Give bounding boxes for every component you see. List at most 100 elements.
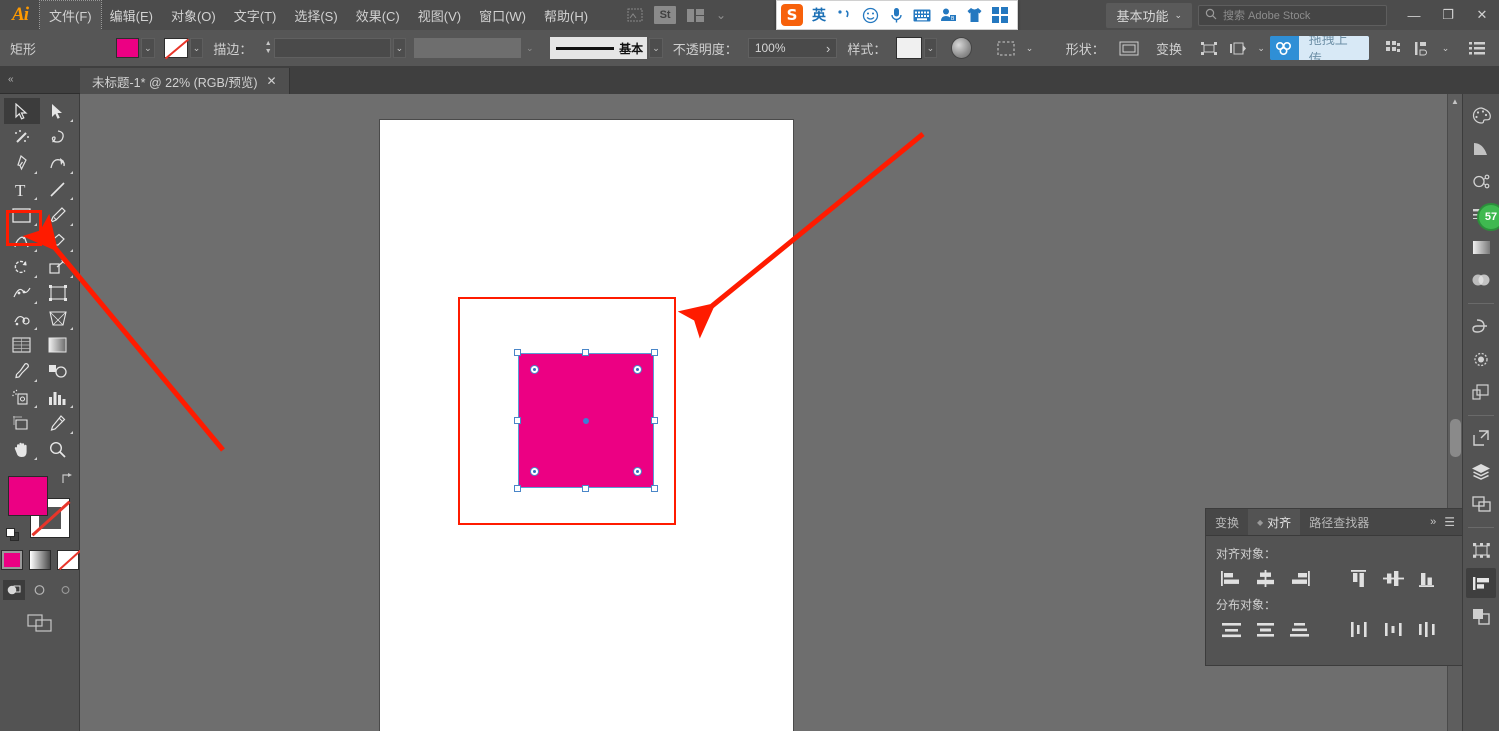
change-screen-mode-button[interactable] [26, 614, 53, 635]
panel-collapse-icon[interactable]: » [1425, 509, 1441, 535]
artboards-panel-icon[interactable] [1466, 489, 1496, 519]
scrollbar-thumb[interactable] [1450, 419, 1461, 457]
handle-bottom-left[interactable] [514, 485, 521, 492]
asset-export-panel-icon[interactable] [1466, 423, 1496, 453]
draw-normal-mode-button[interactable] [2, 580, 25, 600]
menu-help[interactable]: 帮助(H) [535, 1, 597, 30]
line-segment-tool[interactable] [40, 176, 76, 202]
document-tab[interactable]: 未标题-1* @ 22% (RGB/预览) ✕ [80, 68, 290, 94]
draw-inside-mode-button[interactable] [55, 580, 77, 600]
arrange-chevron-icon[interactable]: ⌄ [714, 4, 728, 26]
align-vertical-center-icon[interactable] [1378, 566, 1408, 590]
column-graph-tool[interactable] [40, 384, 76, 410]
distribute-icon[interactable] [1410, 36, 1435, 60]
selection-tool[interactable] [3, 98, 40, 124]
handle-top-right[interactable] [651, 349, 658, 356]
align-left-icon[interactable] [1216, 566, 1246, 590]
transparency-panel-icon[interactable] [1466, 265, 1496, 295]
handle-middle-right[interactable] [651, 416, 658, 424]
stroke-caret-icon[interactable]: ⌄ [189, 38, 204, 58]
draw-behind-mode-button[interactable] [29, 580, 51, 600]
stroke-profile-caret-icon[interactable]: ⌄ [523, 38, 537, 58]
distribute-right-icon[interactable] [1412, 617, 1442, 641]
stock-search-field[interactable]: 搜索 Adobe Stock [1198, 4, 1387, 26]
sogou-logo-icon[interactable]: S [781, 4, 803, 26]
workspace-switcher[interactable]: 基本功能 ⌄ [1106, 2, 1192, 28]
stroke-panel-icon[interactable]: 57 [1466, 199, 1499, 231]
panel-menu-icon[interactable] [1464, 36, 1489, 60]
distribute-vertical-center-icon[interactable] [1250, 617, 1280, 641]
close-button[interactable]: ✕ [1465, 0, 1499, 30]
toolbox-icon[interactable] [989, 4, 1011, 26]
rectangle-tool[interactable] [4, 202, 40, 228]
none-mode-button[interactable] [56, 549, 81, 571]
width-tool[interactable] [4, 280, 40, 306]
align-right-icon[interactable] [1284, 566, 1314, 590]
menu-edit[interactable]: 编辑(E) [101, 1, 162, 30]
style-caret-icon[interactable]: ⌄ [923, 38, 938, 58]
corner-widget-top-left[interactable] [530, 365, 539, 374]
layers-panel-icon[interactable] [1466, 456, 1496, 486]
corner-widget-bottom-right[interactable] [633, 467, 642, 476]
hand-tool[interactable] [4, 436, 40, 462]
bridge-icon[interactable] [622, 4, 648, 26]
restore-button[interactable]: ❐ [1431, 0, 1465, 30]
shape-builder-tool[interactable] [4, 306, 40, 332]
fill-color-swatch[interactable] [7, 476, 48, 516]
align-panel-icon[interactable] [1466, 568, 1496, 598]
menu-object[interactable]: 对象(O) [162, 1, 225, 30]
distribute-left-icon[interactable] [1344, 617, 1374, 641]
pen-tool[interactable] [4, 150, 40, 176]
distribute-bottom-icon[interactable] [1284, 617, 1314, 641]
stroke-weight-field[interactable] [273, 38, 391, 58]
stock-icon[interactable]: St [654, 6, 677, 24]
grid-icon[interactable] [1380, 36, 1405, 60]
color-mode-button[interactable] [0, 550, 23, 570]
default-fill-stroke-icon[interactable] [5, 528, 20, 542]
tab-pathfinder[interactable]: 路径查找器 [1300, 509, 1378, 535]
menu-view[interactable]: 视图(V) [409, 1, 470, 30]
corner-widget-top-right[interactable] [633, 365, 642, 374]
transform-button[interactable]: 变换 [1156, 39, 1182, 58]
brushes-panel-icon[interactable] [1466, 344, 1496, 374]
menu-select[interactable]: 选择(S) [285, 1, 346, 30]
arrange-documents-icon[interactable] [682, 4, 708, 26]
select-similar-caret-icon[interactable]: ⌄ [1023, 36, 1037, 60]
stroke-weight-stepper[interactable]: ▲ ▼ [262, 37, 274, 59]
punctuation-icon[interactable] [833, 4, 855, 26]
stroke-profile-field[interactable] [414, 38, 521, 58]
scale-tool[interactable] [40, 254, 76, 280]
user-icon[interactable]: B [937, 4, 959, 26]
rotate-tool[interactable] [4, 254, 40, 280]
menu-type[interactable]: 文字(T) [225, 1, 286, 30]
tab-align[interactable]: ◆ 对齐 [1248, 509, 1301, 535]
free-transform-tool[interactable] [40, 280, 76, 306]
blend-tool[interactable] [40, 358, 76, 384]
handle-bottom-center[interactable] [582, 485, 589, 492]
color-panel-icon[interactable] [1466, 100, 1496, 130]
type-tool[interactable]: T [4, 176, 40, 202]
brush-definition-field[interactable]: 基本 [550, 37, 648, 59]
artboard-tool[interactable] [4, 410, 40, 436]
gradient-tool[interactable] [40, 332, 76, 358]
fill-caret-icon[interactable]: ⌄ [141, 38, 155, 58]
ime-mode-button[interactable]: 英 [807, 5, 831, 25]
stroke-swatch[interactable] [164, 38, 188, 58]
transform-panel-icon[interactable] [1466, 535, 1496, 565]
select-similar-icon[interactable] [994, 36, 1019, 60]
keyboard-icon[interactable] [911, 4, 933, 26]
selected-rectangle[interactable] [514, 349, 658, 492]
opacity-field[interactable]: 100% › [747, 38, 838, 58]
eraser-tool[interactable] [40, 228, 76, 254]
close-icon[interactable]: ✕ [267, 74, 277, 88]
gradient-panel-icon[interactable] [1466, 232, 1496, 262]
tab-transform[interactable]: 变换 [1206, 509, 1248, 535]
recolor-artwork-icon[interactable] [950, 37, 973, 59]
appearance-panel-icon[interactable] [1466, 377, 1496, 407]
panel-collapse-toggle[interactable]: « [0, 66, 80, 94]
skin-icon[interactable] [963, 4, 985, 26]
arrange-icon[interactable] [1225, 36, 1250, 60]
symbol-sprayer-tool[interactable] [4, 384, 40, 410]
mesh-tool[interactable] [4, 332, 40, 358]
perspective-grid-tool[interactable] [40, 306, 76, 332]
